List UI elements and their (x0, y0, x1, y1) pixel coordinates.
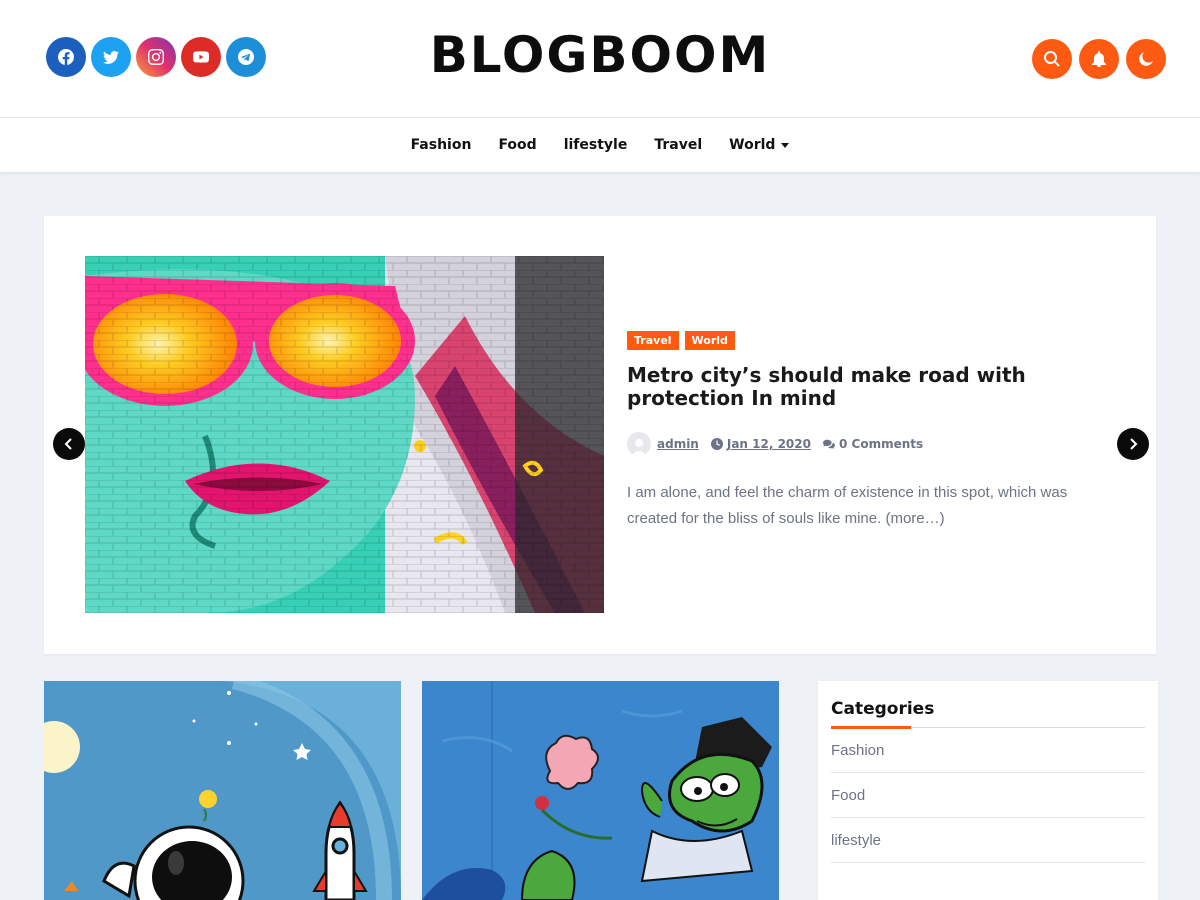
featured-excerpt: I am alone, and feel the charm of existe… (627, 484, 1068, 527)
category-link[interactable]: Fashion (831, 728, 1145, 773)
featured-title[interactable]: Metro city’s should make road with prote… (627, 364, 1117, 410)
bell-icon[interactable] (1079, 39, 1119, 79)
tag-world[interactable]: World (684, 331, 735, 350)
author-link[interactable]: admin (657, 437, 699, 451)
nav-item-world-label: World (729, 137, 776, 153)
search-icon[interactable] (1032, 39, 1072, 79)
featured-content: Travel World Metro city’s should make ro… (627, 331, 1117, 532)
nav-item-food[interactable]: Food (498, 137, 536, 153)
slider-next-button[interactable] (1117, 428, 1149, 460)
site-logo[interactable]: BLOGBOOM (0, 26, 1200, 84)
tag-travel[interactable]: Travel (627, 331, 679, 350)
widget-title: Categories (831, 699, 1145, 729)
post-meta: admin Jan 12, 2020 0 Comments (627, 432, 1117, 456)
header-actions (1032, 39, 1166, 79)
avatar[interactable] (627, 432, 651, 456)
clock-icon (710, 438, 723, 450)
category-link[interactable]: Food (831, 773, 1145, 818)
category-link[interactable]: lifestyle (831, 818, 1145, 863)
caret-down-icon (781, 142, 790, 148)
nav-item-travel[interactable]: Travel (654, 137, 702, 153)
featured-slider: Travel World Metro city’s should make ro… (44, 216, 1156, 654)
post-date[interactable]: Jan 12, 2020 (727, 437, 811, 451)
post-card-image[interactable] (422, 681, 779, 900)
comments-icon (822, 439, 835, 449)
moon-icon[interactable] (1126, 39, 1166, 79)
nav-item-lifestyle[interactable]: lifestyle (564, 137, 628, 153)
categories-widget: Categories Fashion Food lifestyle (818, 681, 1158, 900)
nav-item-world[interactable]: World (729, 137, 790, 153)
main-nav: Fashion Food lifestyle Travel World (0, 118, 1200, 172)
post-card-image[interactable] (44, 681, 401, 900)
slider-prev-button[interactable] (53, 428, 85, 460)
nav-item-fashion[interactable]: Fashion (411, 137, 472, 153)
comments-link[interactable]: 0 Comments (839, 437, 923, 451)
featured-image[interactable] (85, 256, 604, 613)
category-tags: Travel World (627, 331, 1117, 350)
site-header: BLOGBOOM (0, 0, 1200, 118)
